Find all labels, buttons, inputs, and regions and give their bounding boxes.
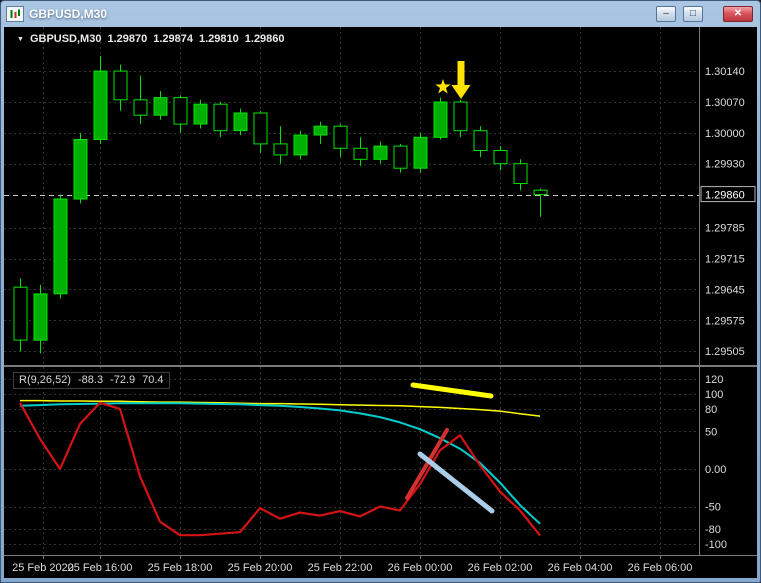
svg-text:25 Feb 22:00: 25 Feb 22:00: [308, 562, 373, 574]
svg-text:1.29860: 1.29860: [705, 190, 745, 202]
mini-candles-glyph: [10, 9, 20, 18]
close-button[interactable]: ✕: [723, 6, 753, 22]
chart-window-icon: [6, 6, 24, 22]
svg-text:0.00: 0.00: [705, 464, 726, 476]
ohlc-close: 1.29860: [244, 33, 285, 45]
lightblue-trendline[interactable]: [417, 451, 495, 514]
candlestick-series: [13, 55, 548, 354]
chart-canvas[interactable]: 1.30140 1.30070 1.30000 1.29930 1.29860 1.297…: [4, 27, 757, 578]
star-marker[interactable]: [435, 79, 451, 94]
window-title: GBPUSD,M30: [29, 7, 108, 21]
price-axis[interactable]: 1.30140 1.30070 1.30000 1.29930 1.29860 1.297…: [700, 66, 756, 551]
svg-text:1.29930: 1.29930: [705, 159, 745, 171]
ohlc-symbol: GBPUSD,M30: [29, 33, 102, 45]
svg-text:120: 120: [705, 374, 723, 386]
symbol-dropdown-icon[interactable]: ▼: [17, 36, 24, 43]
svg-text:-100: -100: [705, 539, 727, 551]
mt4-chart-window: GBPUSD,M30 – □ ✕ 1.30140 1.30070 1.30000 1.…: [0, 0, 761, 583]
close-icon: ✕: [733, 8, 743, 19]
svg-text:26 Feb 04:00: 26 Feb 04:00: [548, 562, 613, 574]
minimize-button[interactable]: –: [656, 6, 676, 22]
restore-button[interactable]: □: [683, 6, 703, 22]
indicator-value-1: -88.3: [77, 374, 104, 386]
svg-text:1.30000: 1.30000: [705, 128, 745, 140]
indicator-label: R(9,26,52) -88.3 -72.9 70.4: [13, 372, 170, 389]
svg-text:1.30070: 1.30070: [705, 97, 745, 109]
restore-icon: □: [689, 8, 697, 19]
indicator-lines: [19, 399, 541, 537]
indicator-value-2: -72.9: [110, 374, 136, 386]
svg-text:50: 50: [705, 426, 717, 438]
svg-text:100: 100: [705, 389, 723, 401]
window-titlebar[interactable]: GBPUSD,M30 – □ ✕: [4, 1, 757, 27]
svg-text:25 Feb 20:00: 25 Feb 20:00: [228, 562, 293, 574]
svg-text:-80: -80: [705, 524, 721, 536]
svg-text:26 Feb 00:00: 26 Feb 00:00: [388, 562, 453, 574]
chart-area[interactable]: 1.30140 1.30070 1.30000 1.29930 1.29860 1.297…: [4, 27, 757, 578]
down-arrow-marker[interactable]: [451, 61, 471, 99]
red-trendline[interactable]: [405, 428, 449, 500]
window-controls: – □ ✕: [656, 6, 755, 22]
grid: [4, 27, 699, 554]
indicator-value-3: 70.4: [142, 374, 164, 386]
svg-text:25 Feb 16:00: 25 Feb 16:00: [68, 562, 133, 574]
svg-text:1.30140: 1.30140: [705, 66, 745, 78]
svg-text:1.29715: 1.29715: [705, 254, 745, 266]
minimize-icon: –: [663, 8, 669, 19]
ohlc-open: 1.29870: [107, 33, 148, 45]
svg-text:25 Feb 18:00: 25 Feb 18:00: [148, 562, 213, 574]
panel-separators: [4, 27, 757, 556]
svg-text:80: 80: [705, 404, 717, 416]
ohlc-low: 1.29810: [199, 33, 239, 45]
svg-text:25 Feb 2020: 25 Feb 2020: [12, 562, 74, 574]
svg-text:1.29645: 1.29645: [705, 285, 745, 297]
svg-text:1.29575: 1.29575: [705, 315, 745, 327]
ohlc-high: 1.29874: [153, 33, 193, 45]
cyan-line: [19, 402, 541, 525]
svg-text:-50: -50: [705, 502, 721, 514]
svg-text:1.29785: 1.29785: [705, 223, 745, 235]
svg-text:26 Feb 02:00: 26 Feb 02:00: [468, 562, 533, 574]
ohlc-readout: ▼ GBPUSD,M30 1.29870 1.29874 1.29810 1.2…: [17, 33, 285, 45]
svg-text:26 Feb 06:00: 26 Feb 06:00: [628, 562, 693, 574]
time-axis[interactable]: 25 Feb 202025 Feb 16:00 25 Feb 18:00 25 Fe…: [12, 555, 692, 574]
indicator-name: R(9,26,52): [19, 374, 71, 386]
svg-text:1.29505: 1.29505: [705, 346, 745, 358]
